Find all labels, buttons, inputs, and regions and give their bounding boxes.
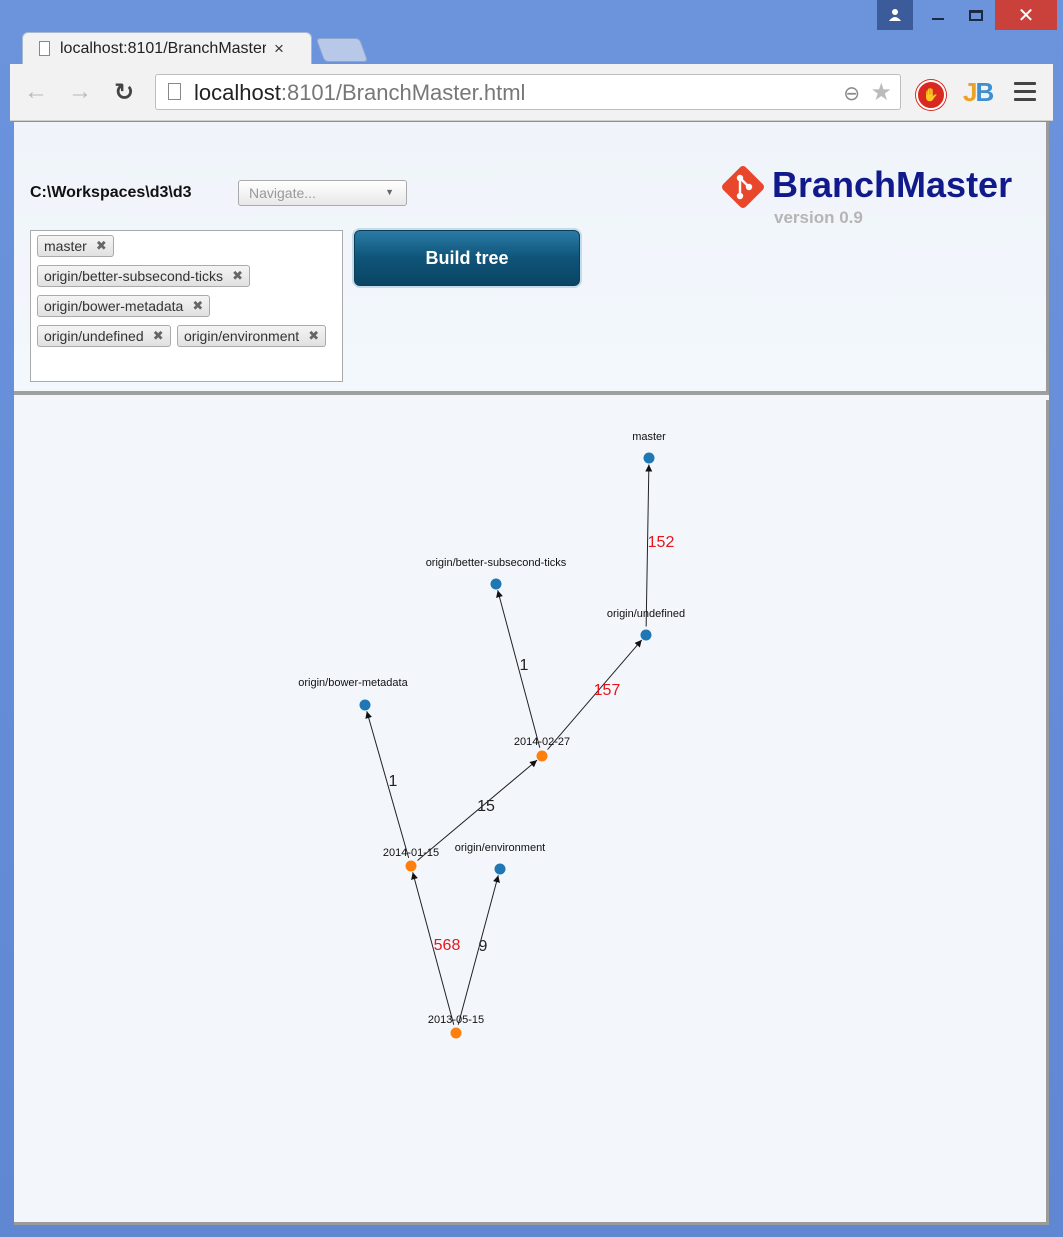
node-label: 2014-02-27 xyxy=(514,736,570,748)
branch-node[interactable] xyxy=(490,578,502,590)
node-label: master xyxy=(632,431,666,443)
page-content: C:\Workspaces\d3\d3 Navigate... ▼ master… xyxy=(14,122,1049,1225)
edge-label: 1 xyxy=(520,657,529,674)
branch-node[interactable] xyxy=(494,863,506,875)
edge-label: 9 xyxy=(479,938,488,955)
commit-node[interactable] xyxy=(450,1027,462,1039)
node-label: origin/environment xyxy=(455,842,546,854)
branch-node[interactable] xyxy=(643,452,655,464)
node-label: origin/undefined xyxy=(607,608,685,620)
edge-label: 568 xyxy=(434,937,461,954)
edge-label: 157 xyxy=(594,682,621,699)
branch-node[interactable] xyxy=(359,699,371,711)
commit-node[interactable] xyxy=(405,860,417,872)
commit-node[interactable] xyxy=(536,750,548,762)
node-label: origin/bower-metadata xyxy=(298,677,408,689)
branch-node[interactable] xyxy=(640,629,652,641)
edge-label: 1 xyxy=(389,773,398,790)
nodes-layer: master origin/better-subsecond-ticks origi… xyxy=(298,431,685,1039)
edge-label: 15 xyxy=(477,798,495,815)
node-label: origin/better-subsecond-ticks xyxy=(426,557,567,569)
edge-label: 152 xyxy=(648,534,675,551)
node-label: 2013-05-15 xyxy=(428,1014,484,1026)
browser-window: ✕ localhost:8101/BranchMaster.html × ← →… xyxy=(0,0,1063,1237)
node-label: 2014-01-15 xyxy=(383,847,439,859)
branch-tree-graph: 152 1 157 1 15 568 9 master origin/better-subse… xyxy=(298,431,685,1039)
branch-tree-panel: 152 1 157 1 15 568 9 master origin/better-subse… xyxy=(14,400,1049,1225)
